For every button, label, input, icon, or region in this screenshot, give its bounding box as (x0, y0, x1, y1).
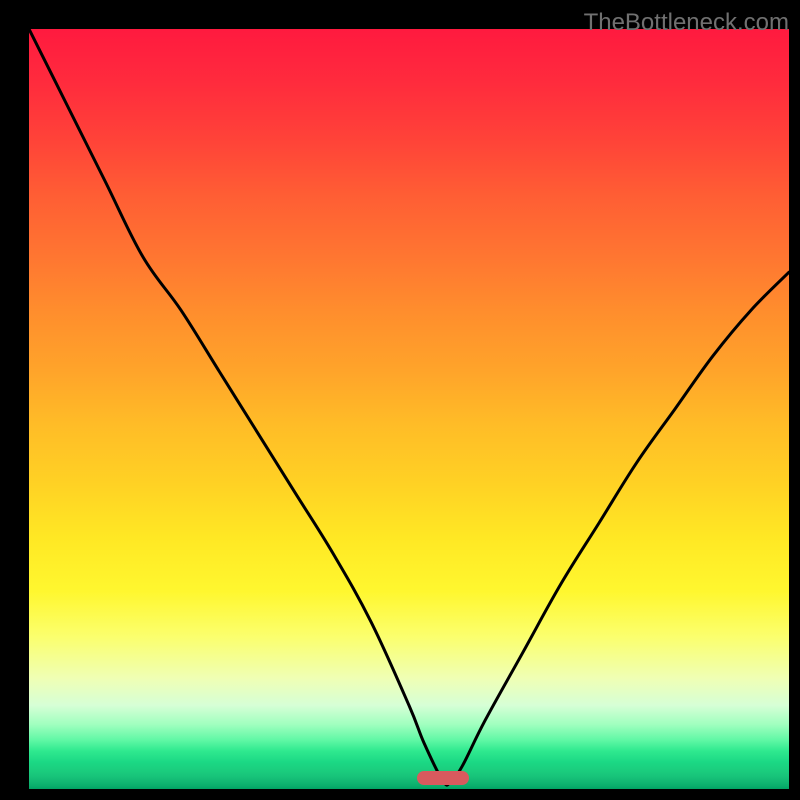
chart-frame: TheBottleneck.com (9, 9, 791, 791)
optimal-marker (417, 771, 469, 785)
bottleneck-curve (29, 29, 789, 789)
plot-area (29, 29, 789, 789)
watermark-text: TheBottleneck.com (584, 9, 789, 37)
